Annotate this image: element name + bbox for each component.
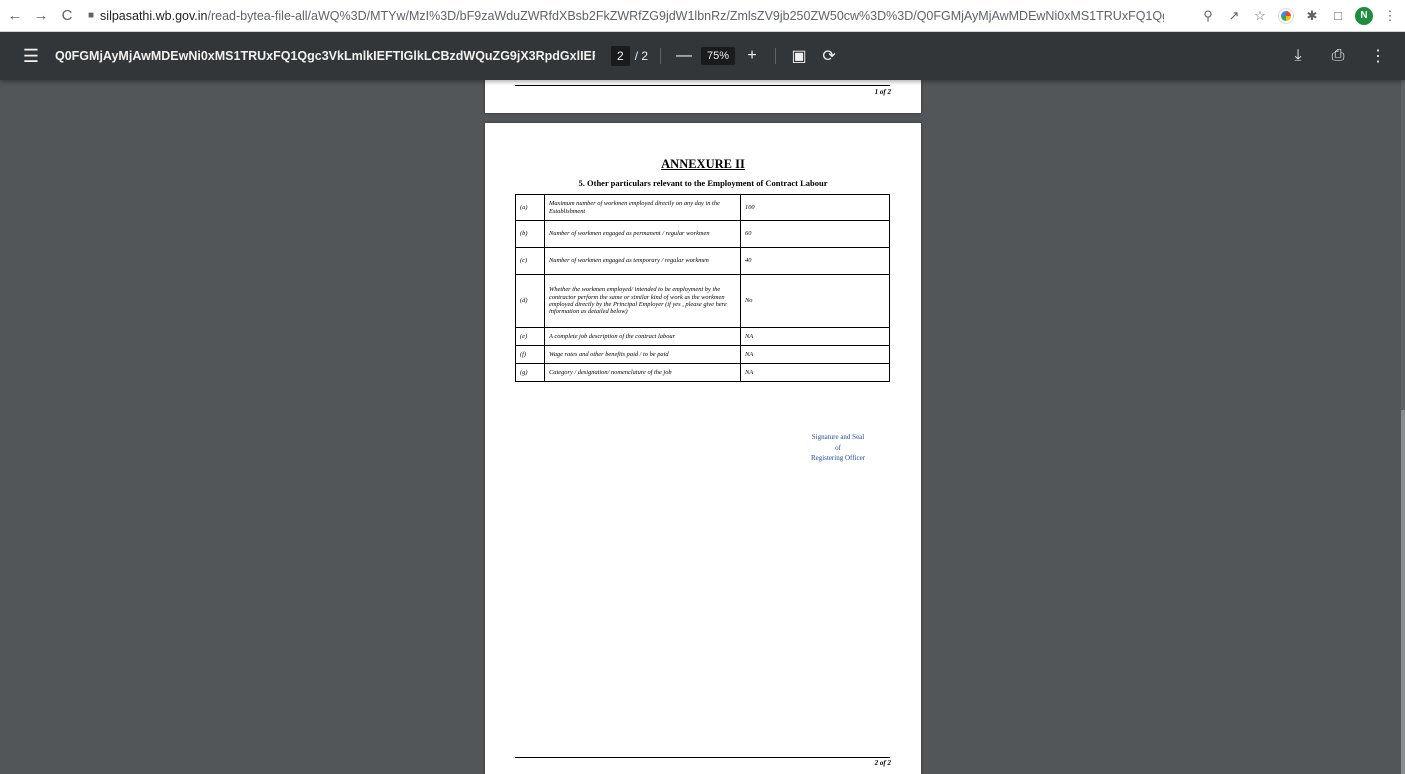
row-label: Whether the workmen employed/ intended t… xyxy=(544,274,741,328)
table-row: (b) Number of workmen engaged as permane… xyxy=(515,220,890,248)
address-bar[interactable]: ■ silpasathi.wb.gov.in /read-bytea-file-… xyxy=(84,4,1164,28)
row-value: 40 xyxy=(740,247,890,275)
url-host: silpasathi.wb.gov.in xyxy=(100,8,208,23)
signature-line-1: Signature and Seal xyxy=(811,433,865,441)
table-row: (a) Maximum number of workmen employed d… xyxy=(515,194,890,221)
zoom-search-icon[interactable]: ⚲ xyxy=(1199,7,1217,25)
row-value: 60 xyxy=(740,220,890,248)
viewer-scrollbar[interactable] xyxy=(1401,80,1405,774)
row-key: (d) xyxy=(515,274,545,328)
row-label: Number of workmen engaged as permanent /… xyxy=(544,220,741,248)
toolbar-divider xyxy=(660,48,662,64)
scrollbar-thumb[interactable] xyxy=(1401,410,1405,774)
row-key: (c) xyxy=(515,247,545,275)
current-page-input[interactable]: 2 xyxy=(611,46,630,66)
share-icon[interactable]: ↗ xyxy=(1225,7,1243,25)
page-count: / 2 xyxy=(634,49,649,63)
row-key: (f) xyxy=(515,345,545,364)
row-label: Number of workmen engaged as temporary /… xyxy=(544,247,741,275)
pdf-page-1: 1 of 2 xyxy=(485,80,921,113)
reload-icon[interactable]: C xyxy=(56,5,78,27)
footer-rule xyxy=(515,757,890,758)
browser-actions: ⚲ ↗ ☆ ✱ □ N ⋮ xyxy=(1199,6,1399,25)
pdf-viewer[interactable]: 1 of 2 ANNEXURE II 5. Other particulars … xyxy=(0,80,1405,774)
rotate-icon[interactable]: ⟳ xyxy=(818,45,840,67)
signature-line-3: Registering Officer xyxy=(810,454,866,462)
annexure-title: ANNEXURE II xyxy=(661,157,745,171)
profile-avatar[interactable]: N xyxy=(1355,6,1373,25)
bookmark-star-icon[interactable]: ☆ xyxy=(1251,7,1269,25)
annexure-subtitle: 5. Other particulars relevant to the Emp… xyxy=(578,178,828,188)
table-row: (f) Wage rates and other benefits paid /… xyxy=(515,345,890,364)
hamburger-menu-icon[interactable]: ☰ xyxy=(13,38,49,74)
forward-arrow-icon[interactable]: → xyxy=(30,5,52,27)
table-row: (c) Number of workmen engaged as tempora… xyxy=(515,247,890,275)
lock-icon: ■ xyxy=(88,10,95,21)
row-value: 100 xyxy=(740,194,890,221)
download-icon[interactable]: ⤓ xyxy=(1287,45,1309,67)
side-panel-icon[interactable]: □ xyxy=(1329,7,1347,25)
fit-page-icon[interactable]: ▣ xyxy=(788,45,810,67)
zoom-level-input[interactable]: 75% xyxy=(701,47,736,65)
row-key: (a) xyxy=(515,194,545,221)
extension-color-icon[interactable] xyxy=(1277,7,1295,25)
row-label: A complete job description of the contra… xyxy=(544,327,741,346)
signature-block: Signature and Seal of Registering Office… xyxy=(793,432,883,464)
row-label: Maximum number of workmen employed direc… xyxy=(544,194,741,221)
particulars-table: (a) Maximum number of workmen employed d… xyxy=(515,194,890,382)
row-key: (b) xyxy=(515,220,545,248)
table-row: (g) Category / designation/ nomenclature… xyxy=(515,363,890,382)
back-arrow-icon[interactable]: ← xyxy=(4,5,26,27)
more-options-icon[interactable]: ⋮ xyxy=(1367,45,1389,67)
pdf-page-2: ANNEXURE II 5. Other particulars relevan… xyxy=(485,123,921,774)
row-key: (g) xyxy=(515,363,545,382)
zoom-out-icon[interactable]: — xyxy=(673,45,695,67)
row-value: NA xyxy=(740,363,890,382)
browser-bar: ← → C ■ silpasathi.wb.gov.in /read-bytea… xyxy=(0,0,1405,32)
footer-rule xyxy=(515,85,890,86)
print-icon[interactable]: ⎙ xyxy=(1327,45,1349,67)
page-number: 1 of 2 xyxy=(874,88,891,96)
url-path: /read-bytea-file-all/aWQ%3D/MTYw/MzI%3D/… xyxy=(207,8,1164,23)
row-label: Category / designation/ nomenclature of … xyxy=(544,363,741,382)
table-row: (e) A complete job description of the co… xyxy=(515,327,890,346)
browser-menu-icon[interactable]: ⋮ xyxy=(1381,7,1399,25)
toolbar-divider xyxy=(775,48,777,64)
document-title: Q0FGMjAyMjAwMDEwNi0xMS1TRUxFQ1Qgc3VkLmlk… xyxy=(55,49,595,63)
extensions-puzzle-icon[interactable]: ✱ xyxy=(1303,7,1321,25)
zoom-in-icon[interactable]: + xyxy=(741,45,763,67)
pdf-toolbar: ☰ Q0FGMjAyMjAwMDEwNi0xMS1TRUxFQ1Qgc3VkLm… xyxy=(0,32,1405,80)
row-label: Wage rates and other benefits paid / to … xyxy=(544,345,741,364)
row-value: NA xyxy=(740,327,890,346)
table-row: (d) Whether the workmen employed/ intend… xyxy=(515,274,890,328)
row-value: NA xyxy=(740,345,890,364)
page-number: 2 of 2 xyxy=(874,759,891,767)
signature-line-2: of xyxy=(835,443,841,452)
row-key: (e) xyxy=(515,327,545,346)
row-value: No xyxy=(740,274,890,328)
